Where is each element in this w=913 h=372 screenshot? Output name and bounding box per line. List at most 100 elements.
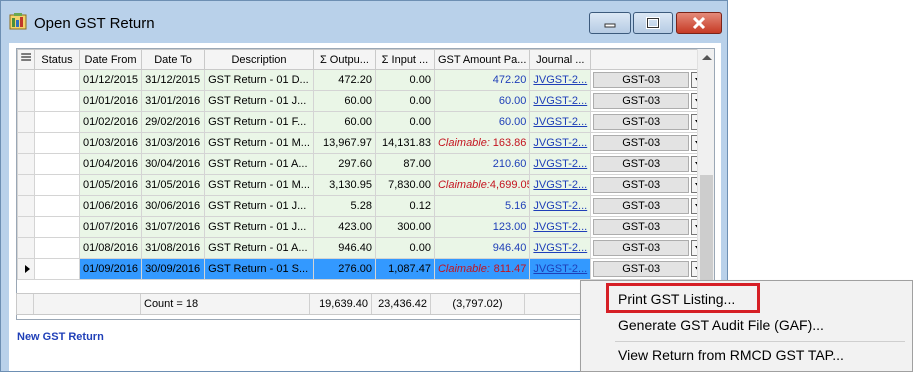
cell-input-tax[interactable]: 0.00	[374, 111, 435, 133]
cell-date-from[interactable]: 01/12/2015	[78, 69, 143, 91]
cell-output-tax[interactable]: 5.28	[312, 195, 376, 217]
cell-description[interactable]: GST Return - 01 D...	[204, 69, 314, 91]
cell-gst-amount[interactable]: 946.40	[433, 237, 531, 259]
row-indicator[interactable]	[17, 258, 35, 280]
scroll-thumb[interactable]	[700, 175, 713, 293]
menu-item-generate-gaf[interactable]: Generate GST Audit File (GAF)...	[618, 317, 824, 333]
column-header-output-tax[interactable]: Σ Outpu...	[312, 49, 376, 70]
column-header-input-tax[interactable]: Σ Input ...	[374, 49, 435, 70]
return-type-dropdown[interactable]: GST-03	[593, 219, 706, 236]
row-indicator[interactable]	[17, 132, 35, 154]
minimize-button[interactable]	[589, 12, 631, 34]
cell-journal[interactable]: JVGST-2...	[529, 216, 592, 238]
cell-return-type[interactable]: GST-03	[590, 216, 709, 238]
cell-date-to[interactable]: 31/01/2016	[141, 90, 206, 112]
row-indicator[interactable]	[17, 90, 35, 112]
cell-gst-amount[interactable]: Claimable: 163.86	[433, 132, 531, 154]
row-indicator[interactable]	[17, 216, 35, 238]
close-button[interactable]	[676, 12, 722, 34]
cell-date-from[interactable]: 01/02/2016	[78, 111, 143, 133]
menu-item-view-return-tap[interactable]: View Return from RMCD GST TAP...	[618, 347, 844, 363]
cell-output-tax[interactable]: 423.00	[312, 216, 376, 238]
cell-input-tax[interactable]: 0.00	[374, 237, 435, 259]
cell-output-tax[interactable]: 3,130.95	[312, 174, 376, 196]
return-type-dropdown[interactable]: GST-03	[593, 240, 706, 257]
cell-date-to[interactable]: 30/04/2016	[141, 153, 206, 175]
cell-return-type[interactable]: GST-03	[590, 111, 709, 133]
cell-gst-amount[interactable]: Claimable: 811.47	[433, 258, 531, 280]
cell-input-tax[interactable]: 1,087.47	[374, 258, 435, 280]
cell-date-to[interactable]: 31/08/2016	[141, 237, 206, 259]
cell-journal[interactable]: JVGST-2...	[529, 69, 592, 91]
cell-input-tax[interactable]: 0.00	[374, 90, 435, 112]
cell-description[interactable]: GST Return - 01 J...	[204, 90, 314, 112]
cell-return-type[interactable]: GST-03	[590, 90, 709, 112]
journal-link[interactable]: JVGST-2...	[533, 95, 587, 107]
cell-date-to[interactable]: 29/02/2016	[141, 111, 206, 133]
journal-link[interactable]: JVGST-2...	[533, 137, 587, 149]
column-header-date-from[interactable]: Date From	[78, 49, 143, 70]
cell-status[interactable]	[34, 90, 80, 112]
row-indicator[interactable]	[17, 174, 35, 196]
cell-status[interactable]	[34, 132, 80, 154]
journal-link[interactable]: JVGST-2...	[533, 116, 587, 128]
journal-link[interactable]: JVGST-2...	[533, 74, 587, 86]
cell-date-from[interactable]: 01/06/2016	[78, 195, 143, 217]
row-indicator[interactable]	[17, 195, 35, 217]
cell-output-tax[interactable]: 946.40	[312, 237, 376, 259]
cell-return-type[interactable]: GST-03	[590, 237, 709, 259]
cell-date-from[interactable]: 01/05/2016	[78, 174, 143, 196]
cell-journal[interactable]: JVGST-2...	[529, 174, 592, 196]
cell-input-tax[interactable]: 0.12	[374, 195, 435, 217]
cell-description[interactable]: GST Return - 01 J...	[204, 195, 314, 217]
cell-date-from[interactable]: 01/07/2016	[78, 216, 143, 238]
cell-date-from[interactable]: 01/01/2016	[78, 90, 143, 112]
cell-return-type[interactable]: GST-03	[590, 153, 709, 175]
return-type-dropdown[interactable]: GST-03	[593, 261, 706, 278]
return-type-dropdown[interactable]: GST-03	[593, 156, 706, 173]
cell-date-from[interactable]: 01/08/2016	[78, 237, 143, 259]
return-type-dropdown[interactable]: GST-03	[593, 72, 706, 89]
journal-link[interactable]: JVGST-2...	[533, 263, 587, 275]
cell-input-tax[interactable]: 0.00	[374, 69, 435, 91]
cell-journal[interactable]: JVGST-2...	[529, 132, 592, 154]
cell-status[interactable]	[34, 174, 80, 196]
cell-description[interactable]: GST Return - 01 A...	[204, 153, 314, 175]
cell-date-to[interactable]: 30/06/2016	[141, 195, 206, 217]
table-row[interactable]: 01/07/2016 31/07/2016 GST Return - 01 J...…	[17, 216, 709, 238]
cell-gst-amount[interactable]: 5.16	[433, 195, 531, 217]
cell-date-to[interactable]: 31/03/2016	[141, 132, 206, 154]
table-row[interactable]: 01/05/2016 31/05/2016 GST Return - 01 M...…	[17, 174, 709, 196]
return-type-dropdown[interactable]: GST-03	[593, 198, 706, 215]
cell-date-to[interactable]: 31/12/2015	[141, 69, 206, 91]
cell-journal[interactable]: JVGST-2...	[529, 153, 592, 175]
journal-link[interactable]: JVGST-2...	[533, 242, 587, 254]
maximize-button[interactable]	[633, 12, 673, 34]
column-header-description[interactable]: Description	[204, 49, 314, 70]
cell-description[interactable]: GST Return - 01 J...	[204, 216, 314, 238]
cell-status[interactable]	[34, 216, 80, 238]
cell-gst-amount[interactable]: 123.00	[433, 216, 531, 238]
journal-link[interactable]: JVGST-2...	[533, 158, 587, 170]
cell-status[interactable]	[34, 69, 80, 91]
journal-link[interactable]: JVGST-2...	[533, 221, 587, 233]
cell-status[interactable]	[34, 237, 80, 259]
table-row[interactable]: 01/01/2016 31/01/2016 GST Return - 01 J...…	[17, 90, 709, 112]
cell-output-tax[interactable]: 60.00	[312, 111, 376, 133]
cell-output-tax[interactable]: 297.60	[312, 153, 376, 175]
cell-journal[interactable]: JVGST-2...	[529, 258, 592, 280]
cell-status[interactable]	[34, 195, 80, 217]
cell-output-tax[interactable]: 472.20	[312, 69, 376, 91]
cell-gst-amount[interactable]: 60.00	[433, 90, 531, 112]
cell-journal[interactable]: JVGST-2...	[529, 237, 592, 259]
cell-output-tax[interactable]: 60.00	[312, 90, 376, 112]
cell-journal[interactable]: JVGST-2...	[529, 195, 592, 217]
cell-return-type[interactable]: GST-03	[590, 69, 709, 91]
cell-input-tax[interactable]: 87.00	[374, 153, 435, 175]
cell-return-type[interactable]: GST-03	[590, 195, 709, 217]
cell-date-from[interactable]: 01/03/2016	[78, 132, 143, 154]
cell-gst-amount[interactable]: 210.60	[433, 153, 531, 175]
cell-output-tax[interactable]: 13,967.97	[312, 132, 376, 154]
cell-input-tax[interactable]: 300.00	[374, 216, 435, 238]
row-indicator[interactable]	[17, 153, 35, 175]
